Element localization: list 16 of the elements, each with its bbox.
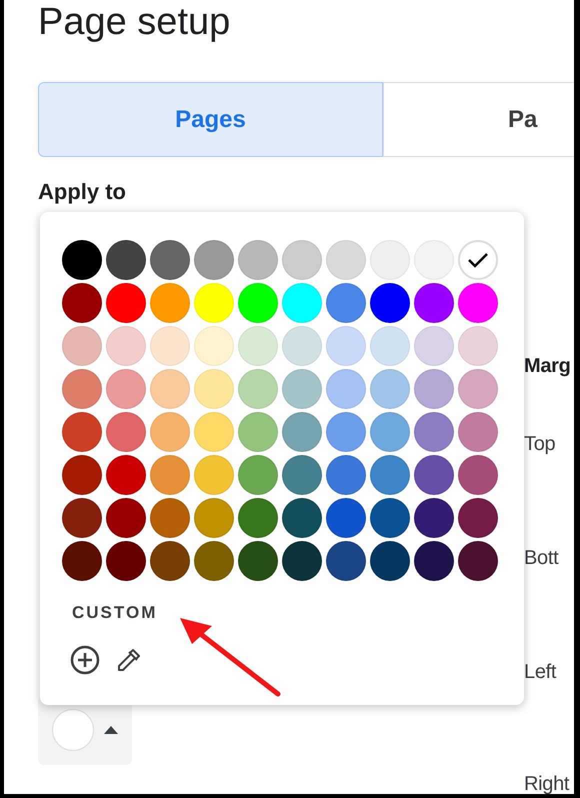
margin-label: Bott [524,546,560,571]
margins-heading: Marg [524,354,571,379]
margin-label: Left [524,660,558,685]
tab[interactable]: Pa [383,82,574,157]
plus-circle-icon [70,645,100,675]
caret-up-icon [104,726,118,734]
apply-to-label: Apply to [38,179,127,205]
dialog-title: Page setup [38,0,232,44]
margin-label: Top [524,432,556,457]
color-swatch[interactable] [458,240,498,280]
checkmark-icon [467,252,489,268]
margin-label: Right [524,772,570,794]
add-custom-color-button[interactable] [70,645,100,675]
tab[interactable]: Pages [38,82,384,157]
custom-label: CUSTOM [72,603,158,623]
eyedropper-icon [115,646,143,674]
